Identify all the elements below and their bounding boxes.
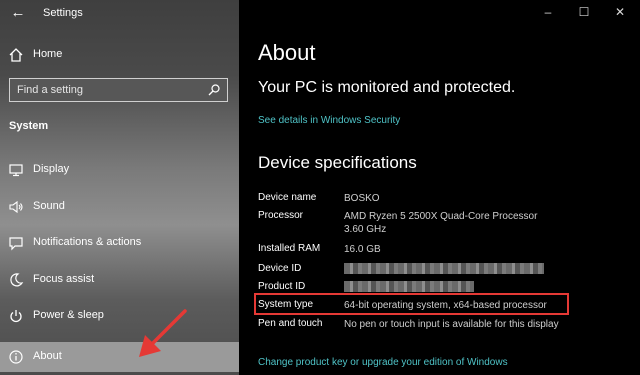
- sidebar-item-about[interactable]: About: [0, 342, 239, 372]
- search-box[interactable]: [9, 78, 228, 102]
- info-icon: [8, 349, 24, 365]
- processor-name: AMD Ryzen 5 2500X Quad-Core Processor: [344, 211, 538, 222]
- search-icon[interactable]: [207, 83, 221, 97]
- sidebar-item-focus-assist[interactable]: Focus assist: [0, 265, 239, 295]
- back-arrow-icon[interactable]: ←: [6, 3, 30, 23]
- sidebar-item-sound[interactable]: Sound: [0, 192, 239, 222]
- spec-key: Pen and touch: [258, 318, 323, 329]
- sidebar-titlebar: ← Settings: [0, 0, 239, 28]
- minimize-icon[interactable]: –: [538, 4, 558, 20]
- sidebar-item-label: Focus assist: [33, 273, 95, 285]
- spec-value[interactable]: No pen or touch input is available for t…: [344, 318, 559, 331]
- section-label-system: System: [9, 120, 49, 132]
- system-type-highlight: [254, 293, 569, 315]
- moon-icon: [8, 272, 24, 288]
- sidebar-item-label: Sound: [33, 200, 65, 212]
- spec-key: Installed RAM: [258, 243, 321, 254]
- spec-value[interactable]: BOSKO: [344, 192, 380, 205]
- protection-status: Your PC is monitored and protected.: [258, 79, 516, 96]
- sidebar-item-power-sleep[interactable]: Power & sleep: [0, 301, 239, 331]
- sidebar-item-label: About: [33, 350, 62, 362]
- page-title: About: [258, 40, 316, 65]
- spec-value-redacted: [344, 263, 544, 278]
- spec-key: Device name: [258, 192, 317, 203]
- sidebar-item-label: Display: [33, 163, 70, 175]
- spec-key: Product ID: [258, 281, 306, 292]
- annotation-arrow-icon: [139, 309, 187, 357]
- main-pane: – ☐ ✕ About Your PC is monitored and pro…: [239, 0, 640, 375]
- processor-speed: 3.60 GHz: [344, 224, 387, 235]
- sidebar-item-label: Home: [33, 48, 63, 60]
- notification-icon: [8, 235, 24, 251]
- sidebar: ← Settings Home System Display Sound Not…: [0, 0, 239, 375]
- app-title: Settings: [43, 7, 83, 19]
- display-icon: [8, 162, 24, 178]
- spec-key: Device ID: [258, 263, 302, 274]
- sidebar-item-notifications[interactable]: Notifications & actions: [0, 228, 239, 258]
- home-icon: [8, 47, 24, 63]
- power-icon: [8, 308, 24, 324]
- sidebar-item-home[interactable]: Home: [0, 40, 239, 70]
- security-details-link[interactable]: See details in Windows Security: [258, 115, 400, 126]
- sidebar-item-label: Notifications & actions: [33, 236, 142, 248]
- search-input[interactable]: [17, 82, 197, 98]
- specs-heading: Device specifications: [258, 153, 417, 172]
- window-controls: – ☐ ✕: [538, 4, 630, 20]
- sidebar-item-display[interactable]: Display: [0, 155, 239, 185]
- spec-value[interactable]: 16.0 GB: [344, 243, 381, 256]
- spec-key: Processor: [258, 210, 304, 221]
- maximize-icon[interactable]: ☐: [574, 4, 594, 20]
- sidebar-item-label: Power & sleep: [33, 309, 104, 321]
- speaker-icon: [8, 199, 24, 215]
- change-product-key-link[interactable]: Change product key or upgrade your editi…: [258, 357, 508, 368]
- spec-value[interactable]: AMD Ryzen 5 2500X Quad-Core Processor 3.…: [344, 210, 537, 236]
- close-icon[interactable]: ✕: [610, 4, 630, 20]
